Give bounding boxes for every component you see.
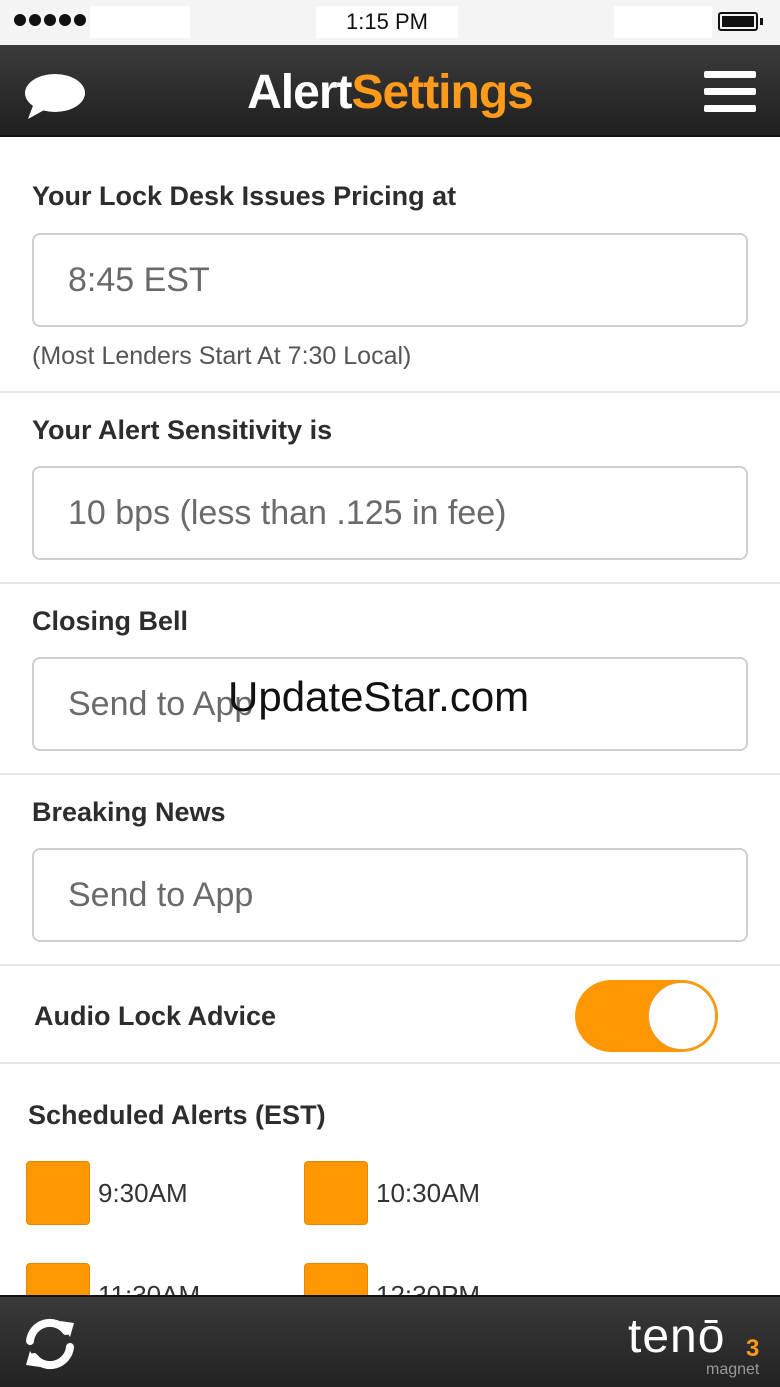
page-title: AlertSettings: [0, 65, 780, 120]
watermark: UpdateStar.com: [228, 673, 530, 720]
app-footer: tenō 3 magnet: [0, 1295, 780, 1387]
alert-checkbox[interactable]: [304, 1161, 368, 1225]
alert-checkbox[interactable]: [26, 1263, 90, 1295]
refresh-icon[interactable]: [22, 1317, 78, 1371]
breaking-news-label: Breaking News: [32, 797, 226, 827]
breaking-news-field[interactable]: Send to App: [32, 848, 748, 942]
scheduled-alert-item[interactable]: 9:30AM: [26, 1161, 188, 1225]
sensitivity-label: Your Alert Sensitivity is: [32, 415, 333, 445]
signal-strength-icon: [14, 14, 86, 26]
logo-number: 3: [746, 1335, 760, 1362]
sensitivity-section: Your Alert Sensitivity is 10 bps (less t…: [0, 393, 780, 584]
scheduled-alert-item[interactable]: 11:30AM: [26, 1263, 200, 1295]
status-right-area: [614, 6, 712, 38]
title-alert: Alert: [247, 66, 352, 119]
pricing-section: Your Lock Desk Issues Pricing at 8:45 ES…: [0, 139, 780, 393]
audio-lock-toggle[interactable]: [575, 980, 718, 1052]
alert-time: 11:30AM: [98, 1279, 201, 1296]
audio-lock-label: Audio Lock Advice: [34, 1001, 277, 1031]
sensitivity-field[interactable]: 10 bps (less than .125 in fee): [32, 466, 748, 560]
breaking-news-section: Breaking News Send to App: [0, 775, 780, 966]
app-header: AlertSettings: [0, 45, 780, 137]
closing-bell-label: Closing Bell: [32, 606, 189, 636]
battery-icon: [718, 12, 758, 31]
pricing-label: Your Lock Desk Issues Pricing at: [32, 181, 457, 211]
alert-checkbox[interactable]: [304, 1263, 368, 1295]
title-settings: Settings: [351, 66, 534, 119]
scheduled-alert-item[interactable]: 10:30AM: [304, 1161, 480, 1225]
scheduled-alerts-title: Scheduled Alerts (EST): [28, 1100, 326, 1130]
alert-time: 9:30AM: [98, 1177, 188, 1208]
alert-checkbox[interactable]: [26, 1161, 90, 1225]
scheduled-alerts-section: Scheduled Alerts (EST) 9:30AM 10:30AM 11…: [0, 1064, 780, 1295]
pricing-time-field[interactable]: 8:45 EST: [32, 233, 748, 327]
toggle-knob: [648, 982, 716, 1050]
hamburger-menu-icon[interactable]: [704, 71, 756, 113]
alert-time: 10:30AM: [376, 1177, 481, 1208]
alert-time: 12:30PM: [376, 1279, 481, 1296]
pricing-hint: (Most Lenders Start At 7:30 Local): [32, 342, 412, 370]
teno-logo: tenō 3 magnet: [628, 1309, 768, 1381]
scheduled-alert-item[interactable]: 12:30PM: [304, 1263, 480, 1295]
logo-subtitle: magnet: [706, 1361, 760, 1378]
logo-text: tenō: [628, 1310, 726, 1363]
status-time: 1:15 PM: [346, 9, 428, 34]
audio-lock-section: Audio Lock Advice: [0, 966, 780, 1064]
battery-tip: [760, 18, 763, 25]
status-bar: 1:15 PM: [0, 0, 780, 45]
carrier-area: [90, 6, 190, 38]
